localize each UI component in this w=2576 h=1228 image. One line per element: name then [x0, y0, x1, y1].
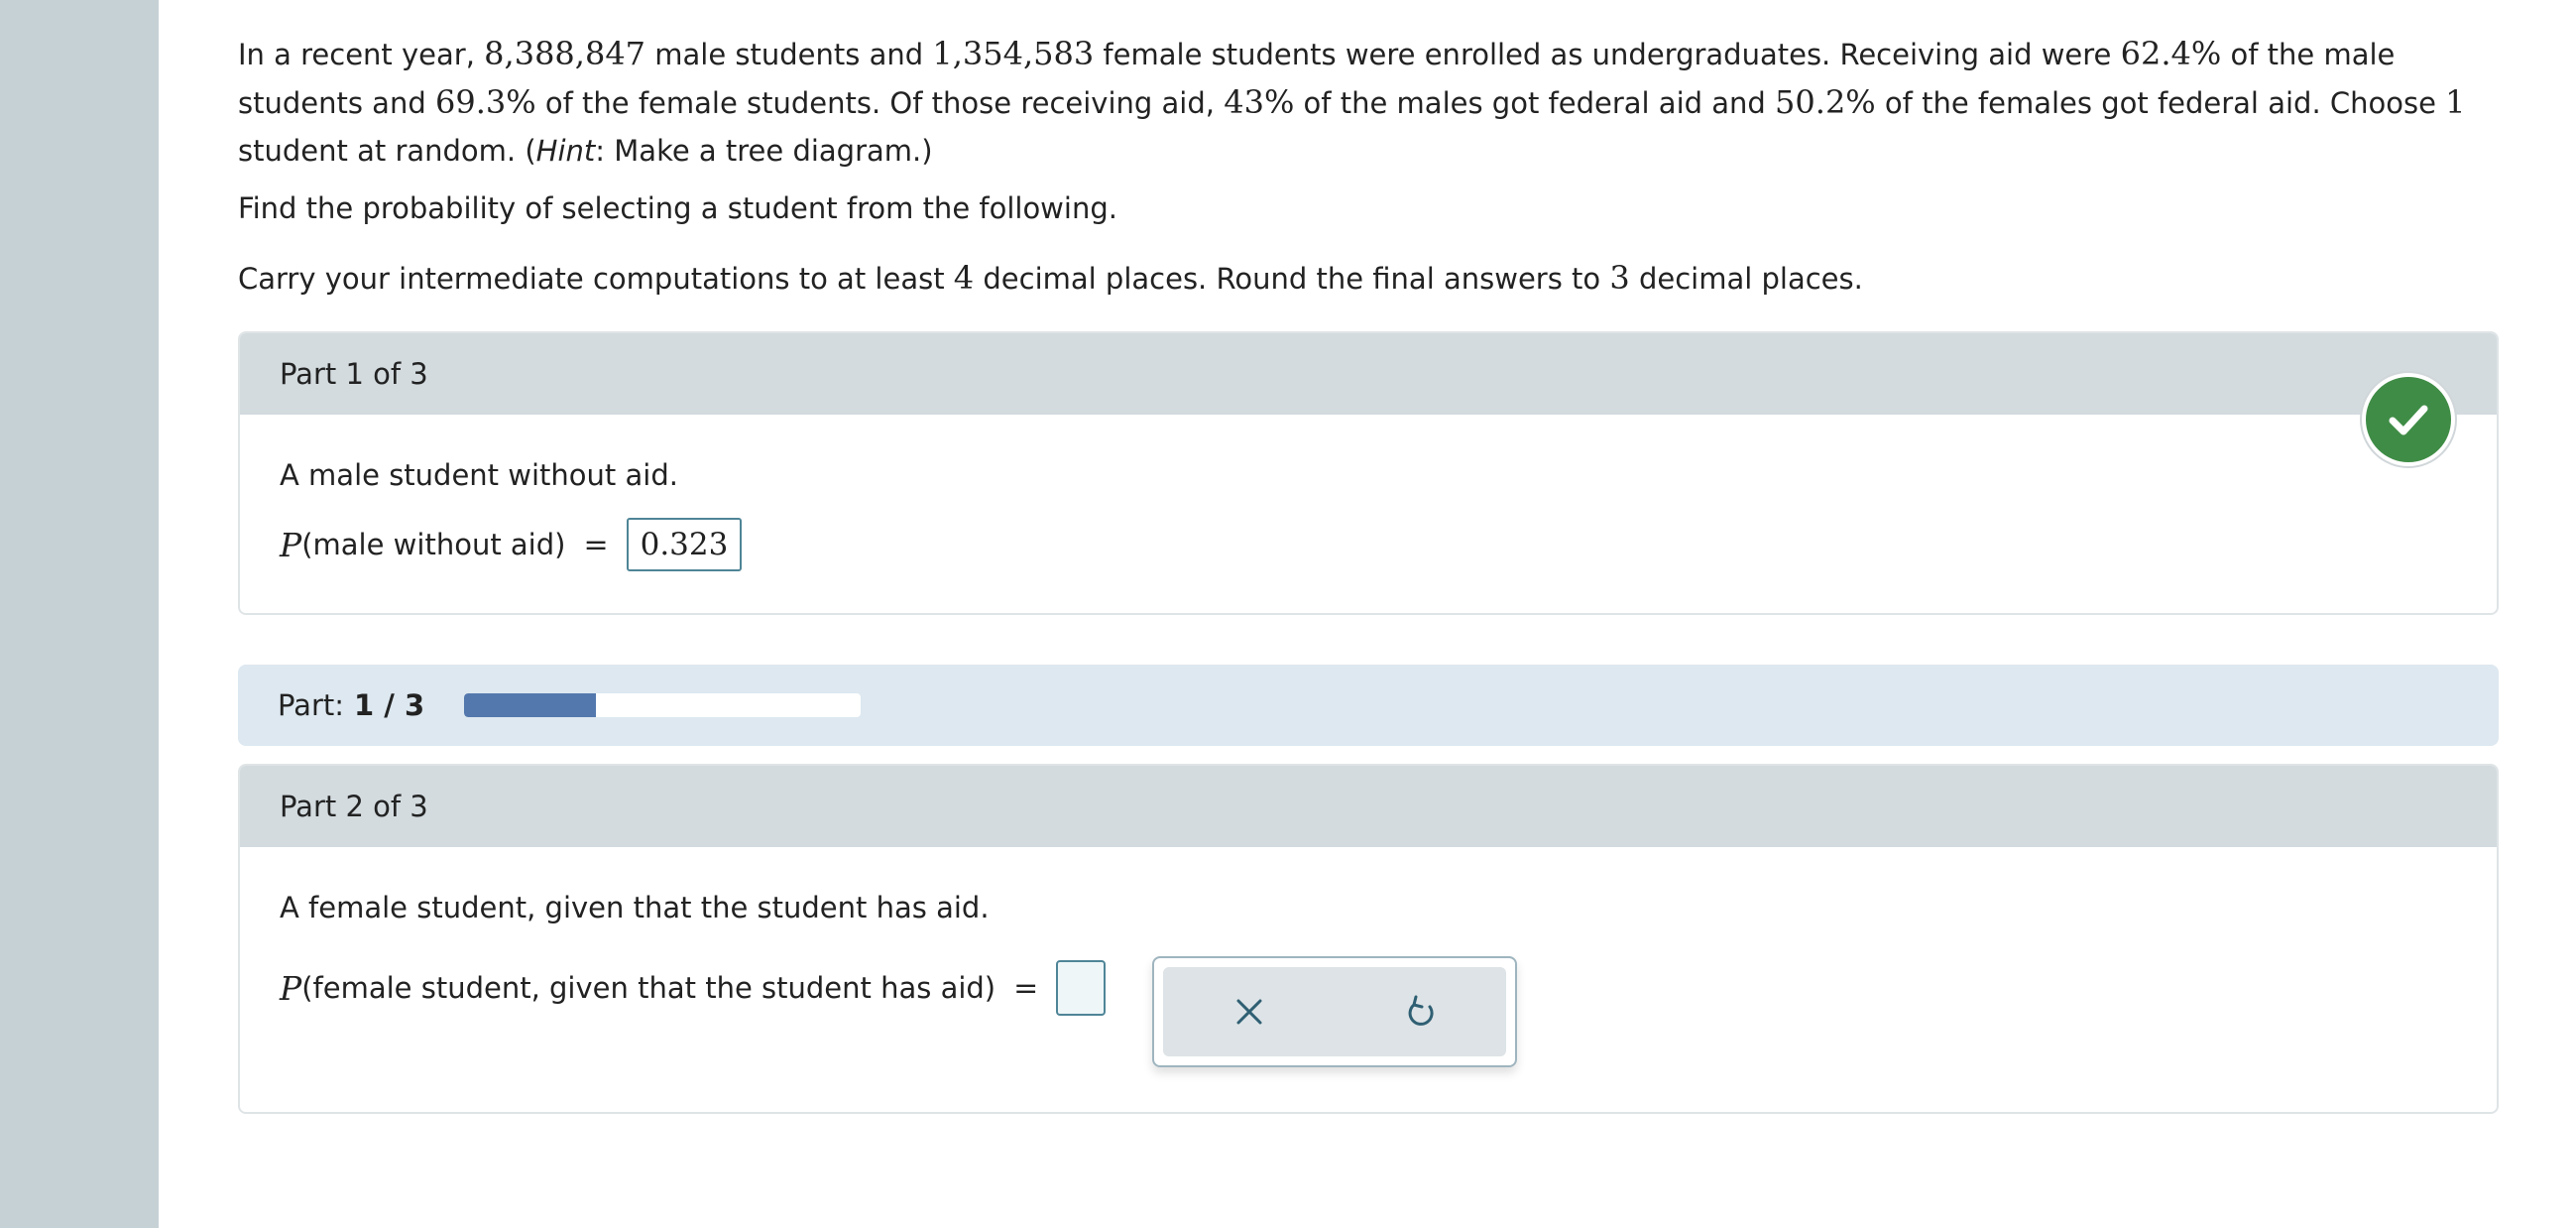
- female-federal-percent: 50.2%: [1775, 83, 1876, 121]
- checkmark-glyph: [2389, 405, 2428, 435]
- part-2-question: A female student, given that the student…: [280, 891, 990, 924]
- problem-text-segment: student at random. (: [238, 134, 536, 168]
- left-rail: [0, 0, 159, 1228]
- answer-tools-panel: [1152, 956, 1517, 1067]
- choose-count: 1: [2445, 83, 2466, 121]
- male-count: 8,388,847: [484, 35, 646, 72]
- hint-text: : Make a tree diagram.): [595, 134, 933, 168]
- part-1-header: Part 1 of 3: [240, 333, 2497, 415]
- close-icon: [1236, 999, 1261, 1025]
- checkmark-icon: [2362, 373, 2455, 466]
- part-2-answer-input[interactable]: [1056, 960, 1107, 1016]
- equals-sign: =: [583, 527, 609, 562]
- undo-icon: [1408, 995, 1434, 1026]
- problem-text-segment: female students were enrolled as undergr…: [1094, 38, 2121, 71]
- equals-sign: =: [1013, 970, 1039, 1006]
- female-count: 1,354,583: [932, 35, 1095, 72]
- instruction-segment: decimal places.: [1629, 262, 1863, 296]
- progress-label: Part:: [278, 688, 345, 722]
- part-2-header: Part 2 of 3: [240, 766, 2497, 847]
- part-1-answer-row: P (male without aid) = 0.323: [280, 518, 743, 571]
- instruction-segment: decimal places. Round the final answers …: [974, 262, 1610, 296]
- progress-bar: [464, 693, 862, 717]
- problem-text-segment: In a recent year,: [238, 38, 485, 71]
- progress-count: 1 / 3: [354, 688, 425, 722]
- answer-tools-inner: [1163, 967, 1506, 1056]
- instruction-segment: Carry your intermediate computations to …: [238, 262, 954, 296]
- clear-button[interactable]: [1210, 977, 1289, 1046]
- part-1-answer-field[interactable]: 0.323: [626, 518, 743, 571]
- part-2-answer-row: P (female student, given that the studen…: [280, 960, 1107, 1016]
- undo-button[interactable]: [1381, 977, 1461, 1046]
- progress-bar-fill: [464, 693, 597, 717]
- probability-argument: (male without aid): [301, 528, 566, 561]
- part-progress: Part: 1 / 3: [238, 665, 2499, 746]
- part-1-card: Part 1 of 3 A male student without aid. …: [238, 331, 2499, 615]
- carry-places: 4: [953, 259, 975, 297]
- female-aid-percent: 69.3%: [434, 83, 536, 121]
- problem-text-segment: male students and: [645, 38, 933, 71]
- probability-symbol: P: [280, 525, 302, 564]
- hint-label: Hint: [535, 134, 596, 168]
- problem-text-segment: of the female students. Of those receivi…: [535, 86, 1225, 120]
- probability-argument: (female student, given that the student …: [301, 971, 996, 1005]
- rounding-instruction: Carry your intermediate computations to …: [238, 254, 2518, 303]
- problem-statement: In a recent year, 8,388,847 male student…: [238, 0, 2518, 175]
- find-instruction: Find the probability of selecting a stud…: [238, 191, 1117, 225]
- part-1-question: A male student without aid.: [280, 458, 678, 492]
- problem-content: In a recent year, 8,388,847 male student…: [238, 0, 2518, 1114]
- problem-text-segment: of the females got federal aid. Choose: [1875, 86, 2446, 120]
- problem-text-segment: of the males got federal aid and: [1294, 86, 1776, 120]
- male-aid-percent: 62.4%: [2120, 35, 2222, 72]
- round-places: 3: [1609, 259, 1630, 297]
- male-federal-percent: 43%: [1224, 83, 1295, 121]
- probability-symbol: P: [280, 968, 302, 1008]
- part-2-card: Part 2 of 3 A female student, given that…: [238, 764, 2499, 1114]
